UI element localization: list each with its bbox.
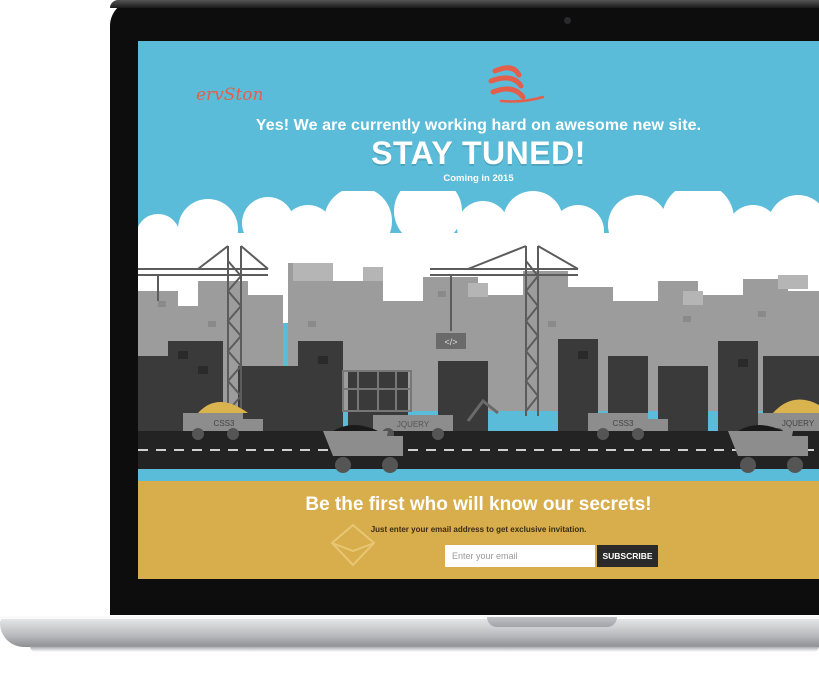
truck-label: CSS3	[613, 419, 634, 428]
laptop-base-edge	[0, 616, 819, 619]
crane-sign-code: </>	[444, 337, 457, 347]
laptop-notch	[487, 617, 617, 627]
email-input[interactable]	[445, 545, 595, 567]
subscribe-button[interactable]: SUBSCRIBE	[597, 545, 658, 567]
hero-subtitle: Coming in 2015	[443, 173, 514, 184]
brand-logo-text: ervSton	[196, 85, 264, 105]
subscribe-description: Just enter your email address to get exc…	[370, 525, 587, 534]
laptop-screen: ervSton Yes! We are currently working ha…	[138, 41, 819, 579]
laptop-lid-rim	[110, 0, 819, 8]
subscribe-heading: Be the first who will know our secrets!	[305, 494, 652, 515]
truck-label: JQUERY	[397, 420, 430, 429]
camera-icon	[564, 17, 571, 24]
brand-logo-icon	[488, 65, 545, 103]
laptop-shadow	[30, 646, 819, 652]
hero-title: STAY TUNED!	[371, 135, 586, 171]
truck-label: CSS3	[214, 419, 235, 428]
construction-scene: </> CSS3 JQUERY CSS3 JQUERY	[138, 191, 819, 473]
truck-label: JQUERY	[782, 419, 815, 428]
laptop-base	[0, 617, 819, 647]
hero-headline: Yes! We are currently working hard on aw…	[255, 117, 702, 134]
